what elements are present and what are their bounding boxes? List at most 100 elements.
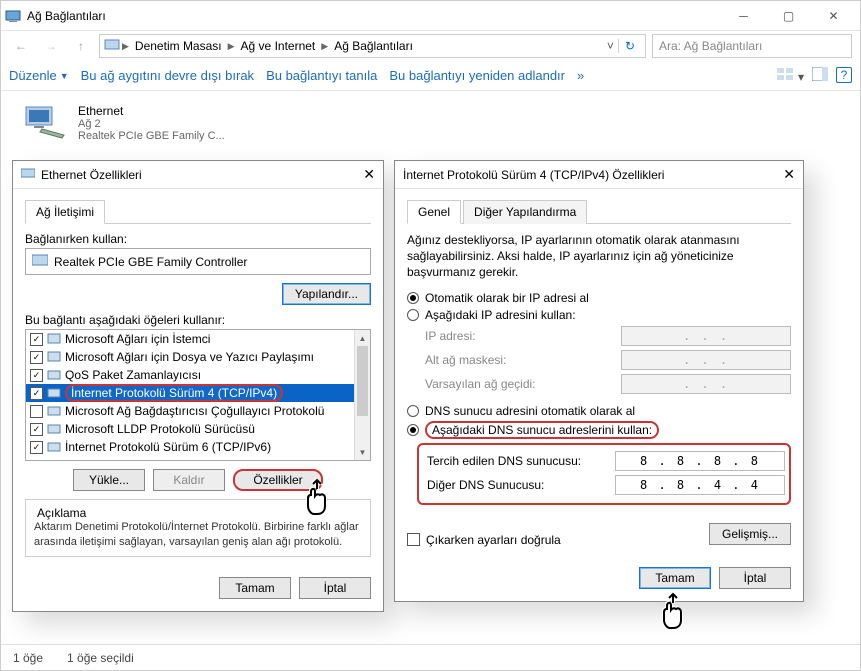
chevron-right-icon: ▶ [226,41,237,52]
radio-icon [407,292,419,304]
list-item: ✓Microsoft Ağları için İstemci [26,330,370,348]
help-icon[interactable]: ? [836,67,852,83]
minimize-button[interactable]: ─ [721,2,766,30]
maximize-button[interactable]: ▢ [766,2,811,30]
crumb-3[interactable]: Ağ Bağlantıları [330,39,417,53]
list-item: ✓Microsoft LLDP Protokolü Sürücüsü [26,420,370,438]
view-options-icon[interactable]: ▾ [777,67,804,84]
rename-connection[interactable]: Bu bağlantıyı yeniden adlandır [389,68,565,83]
cancel-button[interactable]: İptal [299,577,371,599]
validate-checkbox[interactable] [407,533,420,546]
refresh-button[interactable]: ↻ [618,39,641,53]
crumb-2[interactable]: Ağ ve Internet [237,39,320,53]
ethernet-icon [22,104,70,140]
adapter-name: Realtek PCIe GBE Family Controller [54,255,247,269]
install-button[interactable]: Yükle... [73,469,145,491]
diagnose-connection[interactable]: Bu bağlantıyı tanıla [266,68,377,83]
status-item-count: 1 öğe [13,651,43,665]
breadcrumb-dropdown[interactable]: ˅ [603,39,618,53]
forward-button[interactable]: → [39,34,63,58]
list-item-ipv4: ✓İnternet Protokolü Sürüm 4 (TCP/IPv4) [26,384,370,402]
advanced-button[interactable]: Gelişmiş... [709,523,791,545]
checkbox[interactable]: ✓ [30,387,43,400]
nic-icon [32,253,48,270]
radio-icon [407,309,419,321]
connection-adapter: Realtek PCIe GBE Family C... [78,130,225,142]
uninstall-button: Kaldır [153,469,225,491]
radio-ip-manual[interactable]: Aşağıdaki IP adresini kullan: [407,308,791,322]
protocol-icon [47,422,61,436]
checkbox[interactable]: ✓ [30,423,43,436]
chevron-right-icon: ▶ [319,41,330,52]
radio-dns-manual[interactable]: Aşağıdaki DNS sunucu adreslerini kullan: [407,421,791,439]
dns-pref-field[interactable]: 8 . 8 . 8 . 8 [615,451,785,471]
disable-device[interactable]: Bu ağ aygıtını devre dışı bırak [81,68,254,83]
dns-alt-field[interactable]: 8 . 8 . 4 . 4 [615,475,785,495]
connection-item-ethernet[interactable]: Ethernet Ağ 2 Realtek PCIe GBE Family C.… [17,99,277,147]
status-selected-count: 1 öğe seçildi [67,651,134,665]
preview-pane-icon[interactable] [812,67,828,84]
radio-icon [407,405,419,417]
connect-using-label: Bağlanırken kullan: [25,232,371,246]
eth-dialog-title: Ethernet Özellikleri [41,168,142,182]
checkbox[interactable]: ✓ [30,369,43,382]
scrollbar[interactable]: ▲ ▼ [354,330,370,460]
window-title: Ağ Bağlantıları [27,9,721,23]
list-item: Microsoft Ağ Bağdaştırıcısı Çoğullayıcı … [26,402,370,420]
tab-general[interactable]: Genel [407,200,461,224]
dns-pref-label: Tercih edilen DNS sunucusu: [427,454,615,468]
nic-icon [104,37,120,56]
ip-address-label: IP adresi: [425,329,621,343]
cancel-button[interactable]: İptal [719,567,791,589]
properties-button[interactable]: Özellikler [233,469,323,491]
radio-icon [407,424,419,436]
radio-ip-auto[interactable]: Otomatik olarak bir IP adresi al [407,291,791,305]
description-title: Açıklama [34,506,89,520]
gateway-label: Varsayılan ağ geçidi: [425,377,621,391]
organize-menu[interactable]: Düzenle▼ [9,68,69,83]
protocol-icon [47,404,61,418]
share-icon [47,350,61,364]
up-button[interactable]: ↑ [69,34,93,58]
protocol-icon [47,440,61,454]
connection-network: Ağ 2 [78,118,225,130]
close-icon[interactable]: ✕ [783,166,795,183]
protocol-icon [47,386,61,400]
items-label: Bu bağlantı aşağıdaki öğeleri kullanır: [25,313,371,327]
ok-button[interactable]: Tamam [639,567,711,589]
breadcrumb[interactable]: ▶ Denetim Masası ▶ Ağ ve Internet ▶ Ağ B… [99,34,646,58]
subnet-label: Alt ağ maskesi: [425,353,621,367]
adapter-field: Realtek PCIe GBE Family Controller [25,248,371,275]
help-text: Ağınız destekliyorsa, IP ayarlarının oto… [407,232,791,281]
network-items-list[interactable]: ✓Microsoft Ağları için İstemci ✓Microsof… [25,329,371,461]
tab-alt-config[interactable]: Diğer Yapılandırma [463,200,587,224]
app-icon [5,8,21,24]
crumb-1[interactable]: Denetim Masası [131,39,226,53]
ethernet-icon [21,166,35,183]
configure-button[interactable]: Yapılandır... [282,283,371,305]
back-button[interactable]: ← [9,34,33,58]
checkbox[interactable]: ✓ [30,441,43,454]
close-icon[interactable]: ✕ [363,166,375,183]
tab-networking[interactable]: Ağ İletişimi [25,200,105,224]
radio-dns-auto[interactable]: DNS sunucu adresini otomatik olarak al [407,404,791,418]
list-item: ✓QoS Paket Zamanlayıcısı [26,366,370,384]
list-item: ✓Microsoft Ağları için Dosya ve Yazıcı P… [26,348,370,366]
checkbox[interactable]: ✓ [30,351,43,364]
search-input[interactable]: Ara: Ağ Bağlantıları [652,34,852,58]
ip-address-field: . . . [621,326,791,346]
list-item: ✓İnternet Protokolü Sürüm 6 (TCP/IPv6) [26,438,370,456]
validate-label: Çıkarken ayarları doğrula [426,533,561,547]
gateway-field: . . . [621,374,791,394]
chevron-right-icon: ▶ [120,41,131,52]
connection-name: Ethernet [78,104,225,118]
qos-icon [47,368,61,382]
checkbox[interactable] [30,405,43,418]
checkbox[interactable]: ✓ [30,333,43,346]
close-button[interactable]: ✕ [811,2,856,30]
client-icon [47,332,61,346]
ipv4-dialog-title: İnternet Protokolü Sürüm 4 (TCP/IPv4) Öz… [403,168,664,182]
ok-button[interactable]: Tamam [219,577,291,599]
dns-alt-label: Diğer DNS Sunucusu: [427,478,615,492]
more-menu[interactable]: » [577,68,584,83]
